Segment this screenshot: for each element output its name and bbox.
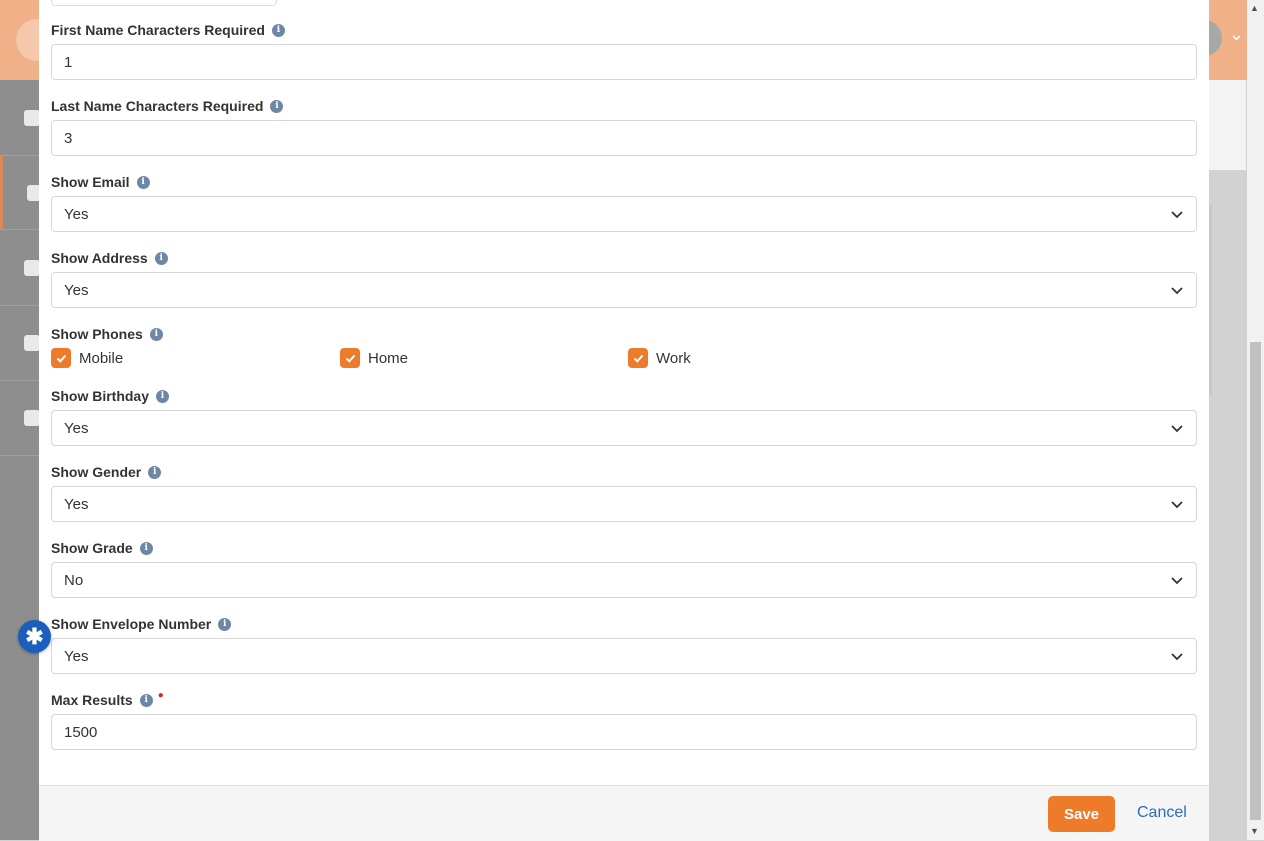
show-email-select[interactable]: Yes: [51, 196, 1197, 232]
field-label: Show Address: [51, 250, 148, 266]
save-button[interactable]: Save: [1048, 796, 1115, 832]
info-icon[interactable]: i: [270, 99, 284, 113]
check-icon[interactable]: [51, 348, 71, 368]
info-icon[interactable]: i: [148, 465, 162, 479]
show-gender-select[interactable]: Yes: [51, 486, 1197, 522]
first-name-chars-input[interactable]: 1: [51, 44, 1197, 80]
scrollbar-thumb[interactable]: [1250, 342, 1261, 820]
asterisk-icon[interactable]: ✱: [18, 620, 51, 653]
chevron-down-icon: [1171, 425, 1183, 433]
cancel-button[interactable]: Cancel: [1137, 804, 1187, 822]
select-value: No: [64, 571, 84, 589]
sidebar-icon: [24, 335, 40, 351]
checkbox-label: Mobile: [79, 349, 124, 367]
chevron-down-icon: [1171, 287, 1183, 295]
checkbox-label: Work: [656, 349, 691, 367]
show-email-field: Show Email i Yes: [51, 172, 1197, 232]
last-name-chars-label-row: Last Name Characters Required i: [51, 96, 1197, 116]
select-value: Yes: [64, 281, 89, 299]
scroll-up-arrow-icon[interactable]: ▲: [1250, 3, 1259, 13]
show-email-label-row: Show Email i: [51, 172, 1197, 192]
sidebar-item: [0, 230, 40, 306]
first-name-chars-label-row: First Name Characters Required i: [51, 20, 1197, 40]
show-birthday-label-row: Show Birthday i: [51, 386, 1197, 406]
max-results-input[interactable]: 1500: [51, 714, 1197, 750]
block-settings-modal: First Name Characters Required i 1 Last N…: [39, 0, 1209, 841]
background-content: [1209, 80, 1246, 170]
show-grade-field: Show Grade i No: [51, 538, 1197, 598]
field-label: Show Envelope Number: [51, 616, 212, 632]
info-icon[interactable]: i: [154, 251, 168, 265]
show-address-field: Show Address i Yes: [51, 248, 1197, 308]
show-birthday-select[interactable]: Yes: [51, 410, 1197, 446]
show-phones-checkbox-group: Mobile Home Work: [51, 348, 1197, 372]
show-address-label-row: Show Address i: [51, 248, 1197, 268]
chevron-down-icon: [1171, 653, 1183, 661]
last-name-chars-field: Last Name Characters Required i 3: [51, 96, 1197, 156]
first-name-chars-field: First Name Characters Required i 1: [51, 20, 1197, 80]
field-label: First Name Characters Required: [51, 22, 265, 38]
input-value: 3: [64, 129, 73, 147]
chevron-down-icon: [1171, 577, 1183, 585]
phone-home-checkbox[interactable]: Home: [340, 348, 408, 368]
show-envelope-number-field: Show Envelope Number i Yes: [51, 614, 1197, 674]
sidebar-icon: [24, 110, 40, 126]
modal-footer: Save Cancel: [39, 785, 1209, 841]
info-icon[interactable]: i: [271, 23, 285, 37]
sidebar-item: [0, 155, 43, 230]
select-value: Yes: [64, 647, 89, 665]
last-name-chars-input[interactable]: 3: [51, 120, 1197, 156]
input-value: 1: [64, 53, 73, 71]
show-grade-select[interactable]: No: [51, 562, 1197, 598]
input-value: 1500: [64, 723, 98, 741]
show-gender-label-row: Show Gender i: [51, 462, 1197, 482]
user-menu-chevron-icon: ⌄: [1229, 24, 1245, 44]
select-value: Yes: [64, 495, 89, 513]
show-birthday-field: Show Birthday i Yes: [51, 386, 1197, 446]
phone-mobile-checkbox[interactable]: Mobile: [51, 348, 123, 368]
required-indicator: ●: [157, 690, 164, 701]
info-icon[interactable]: i: [156, 389, 170, 403]
field-label: Show Phones: [51, 326, 143, 342]
sidebar-item: [0, 305, 40, 381]
phone-work-checkbox[interactable]: Work: [628, 348, 691, 368]
background-card: [1209, 205, 1212, 395]
field-label: Show Gender: [51, 464, 142, 480]
field-label: Show Birthday: [51, 388, 150, 404]
select-value: Yes: [64, 205, 89, 223]
info-icon[interactable]: i: [149, 327, 163, 341]
field-label: Show Grade: [51, 540, 133, 556]
check-icon[interactable]: [628, 348, 648, 368]
show-phones-label-row: Show Phones i: [51, 324, 1197, 344]
info-icon[interactable]: i: [136, 175, 150, 189]
info-icon[interactable]: i: [139, 541, 153, 555]
checkbox-label: Home: [368, 349, 409, 367]
check-icon[interactable]: [340, 348, 360, 368]
show-grade-label-row: Show Grade i: [51, 538, 1197, 558]
show-gender-field: Show Gender i Yes: [51, 462, 1197, 522]
select-value: Yes: [64, 419, 89, 437]
max-results-field: Max Results i ● 1500: [51, 690, 1197, 750]
max-results-label-row: Max Results i ●: [51, 690, 1197, 710]
previous-field-input[interactable]: [51, 0, 277, 6]
show-address-select[interactable]: Yes: [51, 272, 1197, 308]
sidebar-icon: [24, 410, 40, 426]
info-icon[interactable]: i: [218, 617, 232, 631]
field-label: Last Name Characters Required: [51, 98, 264, 114]
show-envelope-label-row: Show Envelope Number i: [51, 614, 1197, 634]
field-label: Show Email: [51, 174, 130, 190]
sidebar-item: [0, 80, 40, 156]
show-envelope-number-select[interactable]: Yes: [51, 638, 1197, 674]
app-sidebar: [0, 80, 43, 840]
chevron-down-icon: [1171, 211, 1183, 219]
info-icon[interactable]: i: [139, 693, 153, 707]
show-phones-field: Show Phones i Mobile Home Work: [51, 324, 1197, 372]
sidebar-item: [0, 380, 40, 456]
sidebar-icon: [24, 260, 40, 276]
scroll-down-arrow-icon[interactable]: ▼: [1250, 826, 1259, 836]
chevron-down-icon: [1171, 501, 1183, 509]
field-label: Max Results: [51, 692, 133, 708]
